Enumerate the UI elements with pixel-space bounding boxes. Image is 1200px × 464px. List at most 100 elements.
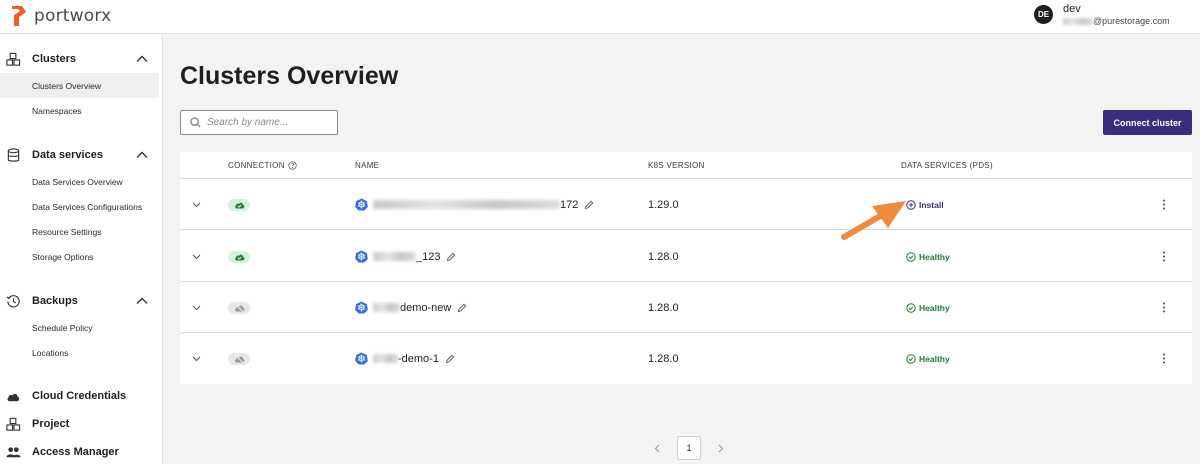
check-circle-icon [906, 251, 916, 262]
cloud-off-icon [234, 303, 244, 312]
sidebar-link-project[interactable]: Project [0, 412, 163, 436]
pencil-icon[interactable] [457, 303, 467, 313]
sidebar-item-locations[interactable]: Locations [0, 340, 159, 365]
help-icon[interactable] [288, 161, 297, 170]
column-header-data-services[interactable]: DATA SERVICES (PDS) [901, 161, 993, 170]
row-actions-button[interactable] [1162, 179, 1168, 230]
kubernetes-icon [355, 250, 368, 263]
sidebar-section-clusters[interactable]: Clusters [0, 47, 163, 71]
page-number-button[interactable]: 1 [677, 436, 701, 460]
install-data-services-button[interactable]: Install [906, 179, 944, 230]
disconnected-badge [228, 301, 250, 314]
database-icon [7, 147, 20, 162]
data-services-status: Healthy [906, 231, 950, 282]
chevron-down-icon [192, 202, 201, 207]
cloud-check-icon [234, 254, 244, 260]
redacted-email-prefix [1063, 18, 1093, 26]
portworx-logo-icon [12, 6, 26, 26]
chevron-up-icon[interactable] [136, 54, 148, 64]
kubernetes-icon [355, 301, 368, 314]
cubes-icon [6, 52, 21, 66]
sidebar-section-label: Data services [32, 149, 103, 161]
kebab-menu-icon [1163, 302, 1165, 313]
pagination: 1 [650, 436, 728, 460]
pencil-icon[interactable] [446, 252, 456, 262]
check-circle-icon [906, 302, 916, 313]
sidebar-item-data-services-configurations[interactable]: Data Services Configurations [0, 194, 159, 219]
history-icon [6, 294, 20, 307]
sidebar-section-backups[interactable]: Backups [0, 289, 163, 313]
user-menu[interactable]: DE dev @purestorage.com [1034, 3, 1170, 27]
cluster-name[interactable]: 172 [355, 179, 594, 230]
redacted-cluster-name [373, 354, 398, 363]
column-header-label: CONNECTION [228, 161, 285, 170]
pencil-icon[interactable] [584, 200, 594, 210]
search-input[interactable] [207, 117, 337, 128]
chevron-up-icon[interactable] [136, 296, 148, 306]
table-row[interactable]: 172 1.29.0 Install [180, 179, 1192, 230]
k8s-version: 1.29.0 [648, 198, 679, 211]
row-actions-button[interactable] [1162, 231, 1168, 282]
sidebar-item-data-services-overview[interactable]: Data Services Overview [0, 169, 159, 194]
pencil-icon[interactable] [445, 354, 455, 364]
chevron-left-icon [654, 444, 660, 452]
disconnected-badge [228, 352, 250, 365]
sidebar: Clusters Clusters Overview Namespaces Da… [0, 34, 163, 464]
row-actions-button[interactable] [1162, 282, 1168, 333]
cluster-name-suffix: 172 [560, 198, 579, 211]
cubes-icon [6, 417, 21, 431]
cluster-name[interactable]: _123 [355, 231, 456, 282]
connect-cluster-button[interactable]: Connect cluster [1103, 110, 1192, 135]
chevron-down-icon [192, 356, 201, 361]
expand-row-button[interactable] [192, 231, 202, 282]
cluster-name[interactable]: demo-new [355, 282, 467, 333]
cluster-name-suffix: -demo-1 [398, 352, 439, 365]
sidebar-link-cloud-credentials[interactable]: Cloud Credentials [0, 384, 163, 408]
expand-row-button[interactable] [192, 179, 202, 230]
data-services-label: Healthy [919, 251, 950, 262]
sidebar-link-label: Access Manager [32, 446, 119, 458]
column-header-k8s-version[interactable]: K8S VERSION [648, 161, 705, 170]
sidebar-link-access-manager[interactable]: Access Manager [0, 440, 163, 464]
sidebar-item-schedule-policy[interactable]: Schedule Policy [0, 315, 159, 340]
cloud-off-icon [234, 354, 244, 363]
column-header-name[interactable]: NAME [355, 161, 379, 170]
chevron-up-icon[interactable] [136, 150, 148, 160]
data-services-label: Healthy [919, 302, 950, 313]
table-row[interactable]: -demo-1 1.28.0 Healthy [180, 333, 1192, 384]
row-actions-button[interactable] [1162, 333, 1168, 384]
previous-page-button[interactable] [650, 441, 664, 455]
expand-row-button[interactable] [192, 333, 202, 384]
user-name: dev [1063, 3, 1081, 15]
cluster-name-suffix: _123 [416, 250, 441, 263]
table-row[interactable]: demo-new 1.28.0 Healthy [180, 282, 1192, 333]
k8s-version: 1.28.0 [648, 352, 679, 365]
sidebar-item-resource-settings[interactable]: Resource Settings [0, 219, 159, 244]
users-icon [6, 446, 21, 457]
cluster-name[interactable]: -demo-1 [355, 333, 455, 384]
sidebar-section-label: Clusters [32, 53, 77, 65]
sidebar-item-clusters-overview[interactable]: Clusters Overview [0, 73, 159, 98]
top-header: portworx DE dev @purestorage.com [0, 0, 1200, 34]
table-row[interactable]: _123 1.28.0 Healthy [180, 231, 1192, 282]
redacted-cluster-name [373, 252, 416, 261]
cluster-name-suffix: demo-new [400, 301, 452, 314]
k8s-version: 1.28.0 [648, 301, 679, 314]
connection-status [228, 179, 250, 230]
avatar[interactable]: DE [1034, 5, 1053, 24]
kebab-menu-icon [1163, 251, 1165, 262]
search-box[interactable] [180, 110, 338, 135]
kebab-menu-icon [1163, 199, 1165, 210]
sidebar-item-namespaces[interactable]: Namespaces [0, 98, 159, 123]
next-page-button[interactable] [714, 441, 728, 455]
chevron-right-icon [718, 444, 724, 452]
sidebar-item-storage-options[interactable]: Storage Options [0, 244, 159, 269]
table-header: CONNECTION NAME K8S VERSION DATA SERVICE… [180, 152, 1192, 179]
connection-status [228, 231, 250, 282]
portworx-logo[interactable]: portworx [10, 4, 111, 28]
data-services-status: Healthy [906, 333, 950, 384]
sidebar-section-data-services[interactable]: Data services [0, 143, 163, 167]
expand-row-button[interactable] [192, 282, 202, 333]
kebab-menu-icon [1163, 353, 1165, 364]
cloud-icon [7, 393, 20, 401]
